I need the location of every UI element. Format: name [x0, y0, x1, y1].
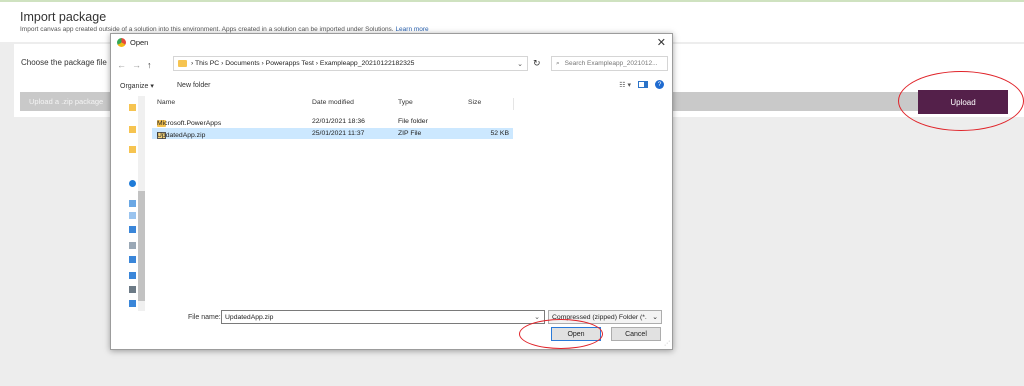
forward-arrow-icon[interactable]: →	[132, 60, 141, 70]
column-divider	[513, 98, 514, 110]
desktop-icon[interactable]	[129, 226, 136, 233]
upload-button[interactable]: Upload	[918, 90, 1008, 114]
dialog-title: Open	[130, 38, 149, 47]
file-type-value: Compressed (zipped) Folder (*.	[552, 313, 647, 321]
up-arrow-icon[interactable]: ↑	[147, 60, 152, 70]
search-placeholder: Search Exampleapp_2021012...	[564, 60, 658, 67]
network-icon[interactable]	[129, 300, 136, 307]
file-list: Name Date modified Type Size Microsoft.P…	[149, 96, 669, 311]
choose-package-label: Choose the package file	[21, 58, 107, 67]
learn-more-link[interactable]: Learn more	[395, 26, 428, 33]
folder-icon[interactable]	[129, 126, 136, 133]
chrome-icon	[117, 38, 126, 47]
nav-scrollbar-thumb[interactable]	[138, 191, 145, 301]
list-item[interactable]: Microsoft.PowerApps 22/01/2021 18:36 Fil…	[152, 116, 513, 127]
open-file-dialog: Open ✕ ← → ↑ › This PC › Documents › Pow…	[110, 33, 673, 350]
pictures-icon[interactable]	[129, 286, 136, 293]
help-icon[interactable]: ?	[655, 80, 664, 89]
search-icon: ⌕	[556, 59, 560, 67]
file-name-value: UpdatedApp.zip	[225, 313, 274, 321]
dialog-toolbar: Organize ▾ New folder ☷ ▾ ?	[111, 78, 672, 96]
file-date: 22/01/2021 18:36	[312, 118, 365, 125]
column-type[interactable]: Type	[398, 99, 413, 106]
organize-menu[interactable]: Organize ▾	[120, 82, 154, 90]
drive-icon[interactable]	[129, 212, 136, 219]
file-date: 25/01/2021 11:37	[312, 130, 365, 137]
music-icon[interactable]	[129, 272, 136, 279]
chevron-down-icon[interactable]: ⌄	[517, 60, 523, 68]
downloads-icon[interactable]	[129, 256, 136, 263]
quick-access-folder-icon[interactable]	[129, 104, 136, 111]
this-pc-icon[interactable]	[129, 200, 136, 207]
close-icon[interactable]: ✕	[657, 36, 666, 49]
folder-icon[interactable]	[129, 146, 136, 153]
file-type-select[interactable]: Compressed (zipped) Folder (*. ⌄	[548, 310, 662, 324]
file-name-label: File name:	[188, 314, 221, 321]
refresh-icon[interactable]: ↻	[533, 58, 541, 69]
page-subtitle: Import canvas app created outside of a s…	[20, 26, 429, 33]
list-item-selected[interactable]: UpdatedApp.zip 25/01/2021 11:37 ZIP File…	[152, 128, 513, 139]
new-folder-button[interactable]: New folder	[177, 82, 210, 89]
open-button[interactable]: Open	[551, 327, 601, 341]
folder-icon	[178, 60, 187, 67]
navigation-pane	[117, 96, 145, 311]
file-name-input[interactable]: UpdatedApp.zip ⌄	[221, 310, 545, 324]
nav-scrollbar[interactable]	[138, 96, 145, 311]
file-type: ZIP File	[398, 130, 422, 137]
navigation-buttons: ← → ↑	[117, 60, 152, 70]
view-options-icon[interactable]: ☷ ▾	[619, 81, 631, 89]
view-controls: ☷ ▾ ?	[619, 80, 664, 89]
file-size: 52 KB	[490, 130, 509, 137]
preview-pane-icon[interactable]	[638, 81, 648, 88]
file-type: File folder	[398, 118, 428, 125]
subtitle-text: Import canvas app created outside of a s…	[20, 26, 394, 33]
column-name[interactable]: Name	[157, 99, 175, 106]
chevron-down-icon[interactable]: ⌄	[534, 313, 540, 321]
file-input-placeholder: Upload a .zip package	[29, 97, 104, 106]
documents-icon[interactable]	[129, 242, 136, 249]
resize-grip-icon[interactable]: ⋰	[664, 340, 670, 347]
dialog-titlebar: Open	[117, 38, 148, 47]
search-input[interactable]: ⌕ Search Exampleapp_2021012...	[551, 56, 668, 71]
page-title: Import package	[20, 10, 107, 24]
back-arrow-icon[interactable]: ←	[117, 60, 126, 70]
onedrive-icon[interactable]	[129, 180, 136, 187]
address-path: › This PC › Documents › Powerapps Test ›…	[191, 60, 415, 67]
address-bar[interactable]: › This PC › Documents › Powerapps Test ›…	[173, 56, 528, 71]
column-size[interactable]: Size	[468, 99, 481, 106]
cancel-button[interactable]: Cancel	[611, 327, 661, 341]
chevron-down-icon: ⌄	[652, 314, 658, 321]
column-date[interactable]: Date modified	[312, 99, 354, 106]
